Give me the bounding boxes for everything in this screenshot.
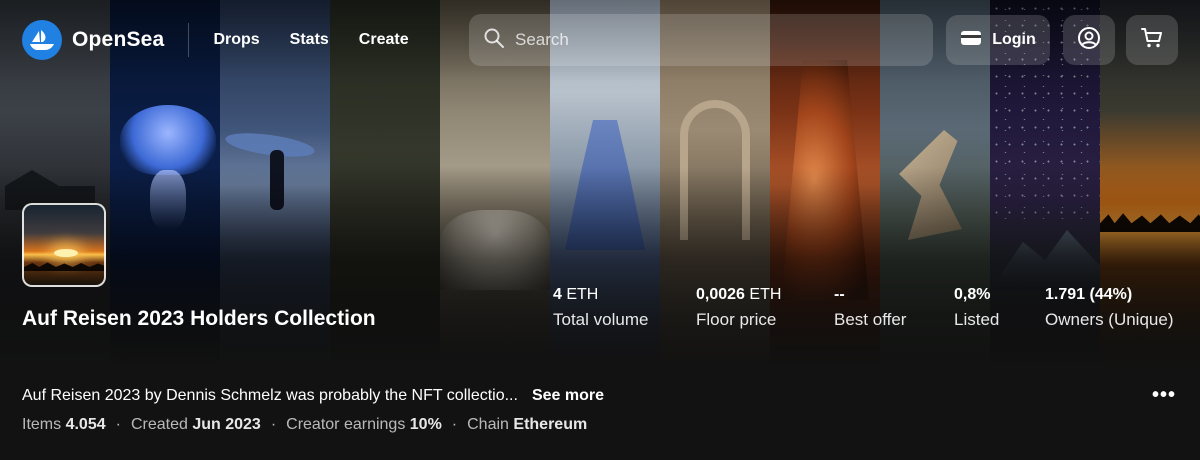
meta-created: Created Jun 2023 [130, 416, 261, 433]
collection-description: Auf Reisen 2023 by Dennis Schmelz was pr… [22, 387, 604, 405]
stat-label: Total volume [553, 310, 649, 329]
stat-value: -- [834, 286, 845, 303]
stat-listed[interactable]: 0,8% Listed [954, 286, 1045, 330]
top-navbar: OpenSea Drops Stats Create Login [22, 14, 1178, 66]
brand-logo[interactable]: OpenSea [22, 20, 164, 60]
cart-icon [1140, 26, 1164, 55]
meta-separator: · [451, 416, 458, 433]
collection-meta: Items 4.054 · Created Jun 2023 · Creator… [22, 416, 587, 434]
stat-label: Owners (Unique) [1045, 310, 1174, 329]
meta-separator: · [270, 416, 277, 433]
login-button[interactable]: Login [946, 15, 1050, 65]
nav-link-stats[interactable]: Stats [290, 31, 329, 49]
account-button[interactable] [1063, 15, 1115, 65]
stat-label: Listed [954, 310, 1000, 329]
stat-floor-price[interactable]: 0,0026 ETH Floor price [696, 286, 834, 330]
nav-divider [188, 23, 190, 57]
stat-total-volume[interactable]: 4 ETH Total volume [553, 286, 696, 330]
meta-separator: · [115, 416, 121, 433]
see-more-link[interactable]: See more [532, 387, 604, 405]
login-label: Login [992, 31, 1036, 48]
collection-avatar [22, 203, 106, 287]
search-bar[interactable] [469, 14, 933, 66]
description-text: Auf Reisen 2023 by Dennis Schmelz was pr… [22, 387, 518, 404]
brand-name: OpenSea [72, 28, 165, 51]
opensea-boat-icon [22, 20, 62, 60]
meta-chain: Chain Ethereum [467, 416, 588, 433]
collection-title: Auf Reisen 2023 Holders Collection [22, 307, 376, 330]
stat-value: 1.791 (44%) [1045, 286, 1133, 303]
meta-creator-earnings: Creator earnings 10% [286, 416, 442, 433]
search-icon [483, 27, 505, 54]
cart-button[interactable] [1126, 15, 1178, 65]
stat-best-offer[interactable]: -- Best offer [834, 286, 954, 330]
stat-value: 0,8% [954, 286, 991, 303]
stat-label: Best offer [834, 310, 907, 329]
stat-value: 0,0026 ETH [696, 286, 782, 303]
collection-stats: 4 ETH Total volume 0,0026 ETH Floor pric… [553, 286, 1185, 330]
meta-items: Items 4.054 [22, 416, 106, 433]
search-input[interactable] [515, 30, 919, 50]
stat-label: Floor price [696, 310, 777, 329]
nav-link-drops[interactable]: Drops [213, 31, 259, 49]
nav-links: Drops Stats Create [213, 31, 408, 49]
nav-link-create[interactable]: Create [359, 31, 409, 49]
stat-value: 4 ETH [553, 286, 599, 303]
stat-owners[interactable]: 1.791 (44%) Owners (Unique) [1045, 286, 1185, 330]
account-circle-icon [1077, 26, 1101, 55]
wallet-icon [960, 29, 982, 52]
more-options-icon[interactable]: ••• [1152, 384, 1176, 407]
